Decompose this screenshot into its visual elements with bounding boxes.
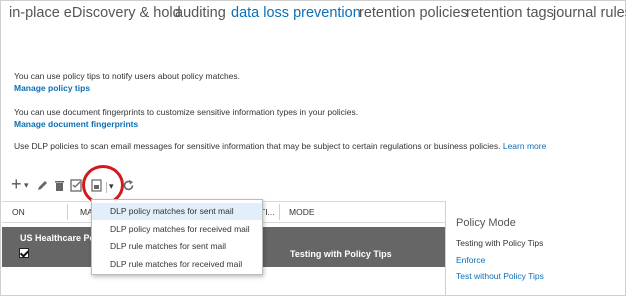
tab-auditing[interactable]: auditing [175,5,226,21]
policy-tips-description: You can use policy tips to notify users … [14,71,241,81]
column-mode[interactable]: MODE [289,207,315,217]
delete-icon[interactable] [54,179,65,193]
fingerprint-description: You can use document fingerprints to cus… [14,107,359,117]
add-dropdown-icon[interactable]: ▾ [24,180,29,194]
tab-retention-tags[interactable]: retention tags [466,5,554,21]
enforce-link[interactable]: Enforce [456,255,485,265]
column-on[interactable]: ON [12,207,25,217]
menu-item-rule-sent[interactable]: DLP rule matches for sent mail [92,238,262,255]
policy-mode-value: Testing with Policy Tips [456,238,544,248]
column-separator [67,204,68,220]
tab-in-place-ediscovery[interactable]: in-place eDiscovery & hold [9,5,181,21]
tab-data-loss-prevention[interactable]: data loss prevention [231,5,361,21]
report-dropdown-menu: DLP policy matches for sent mail DLP pol… [91,199,263,275]
policy-on-checkbox[interactable] [19,248,29,258]
menu-item-rule-received[interactable]: DLP rule matches for received mail [92,256,262,273]
menu-item-policy-sent[interactable]: DLP policy matches for sent mail [92,203,262,220]
menu-item-policy-received[interactable]: DLP policy matches for received mail [92,221,262,238]
tab-journal-rules[interactable]: journal rules [553,5,626,21]
pane-divider [445,201,446,296]
tab-retention-policies[interactable]: retention policies [359,5,468,21]
manage-policy-tips-link[interactable]: Manage policy tips [14,83,90,93]
dlp-description-text: Use DLP policies to scan email messages … [14,141,501,151]
dlp-description: Use DLP policies to scan email messages … [14,141,546,151]
edit-icon[interactable] [36,179,49,193]
manage-fingerprints-link[interactable]: Manage document fingerprints [14,119,138,129]
policy-mode: Testing with Policy Tips [290,249,392,259]
policy-name: US Healthcare Po [20,233,96,243]
policy-mode-heading: Policy Mode [456,217,516,229]
learn-more-link[interactable]: Learn more [503,141,546,151]
column-separator [279,204,280,220]
test-without-tips-link[interactable]: Test without Policy Tips [456,271,544,281]
add-button[interactable]: + [11,174,22,194]
